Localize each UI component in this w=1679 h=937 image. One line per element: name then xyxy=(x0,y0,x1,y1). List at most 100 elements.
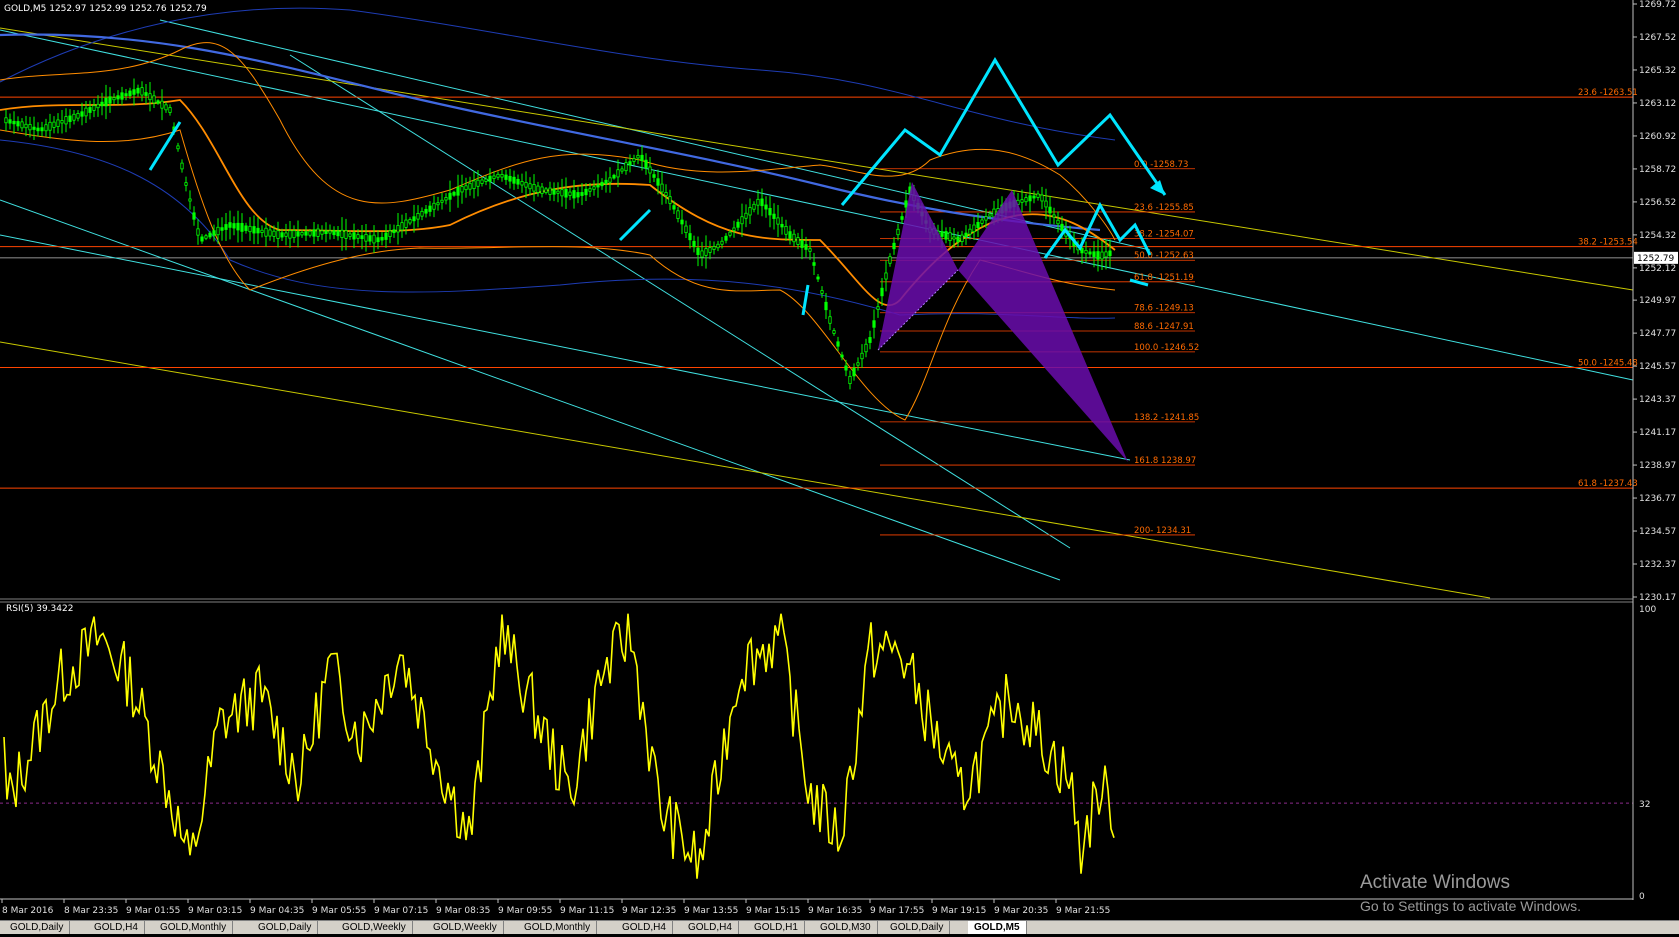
candle-body xyxy=(344,230,348,239)
time-tick-label: 9 Mar 03:15 xyxy=(188,906,242,916)
candle-body xyxy=(228,222,232,228)
candle-body xyxy=(544,188,548,194)
chart-tab[interactable]: GOLD,M30 xyxy=(814,921,878,934)
candle-body xyxy=(1104,251,1108,258)
candle-body xyxy=(1048,206,1052,214)
candle-body xyxy=(564,188,568,198)
candle-body xyxy=(360,235,364,239)
candles-group xyxy=(4,78,1112,390)
candle-body xyxy=(40,127,44,132)
rsi-axis-label: 32 xyxy=(1639,800,1650,810)
current-price-label: 1252.79 xyxy=(1637,254,1674,264)
chart-tab[interactable]: GOLD,H1 xyxy=(748,921,805,934)
candle-body xyxy=(260,229,264,233)
time-tick-label: 9 Mar 21:55 xyxy=(1056,906,1110,916)
candle-body xyxy=(352,232,356,240)
chart-tab[interactable]: GOLD,Monthly xyxy=(154,921,234,934)
candle-body xyxy=(972,224,976,233)
candle-body xyxy=(752,203,756,210)
candle-body xyxy=(756,198,760,206)
candle-body xyxy=(676,210,680,219)
candle-body xyxy=(252,226,256,234)
chart-tab[interactable]: GOLD,H4 xyxy=(88,921,145,934)
candle-body xyxy=(788,231,792,239)
candle-body xyxy=(860,352,864,360)
candle-body xyxy=(192,212,196,220)
candle-body xyxy=(592,186,596,190)
candle-body xyxy=(144,92,148,96)
price-tick-label: 1247.77 xyxy=(1639,329,1676,339)
candle-body xyxy=(300,232,304,236)
chart-tab[interactable]: GOLD,Weekly xyxy=(427,921,504,934)
candle-body xyxy=(268,229,272,237)
candle-body xyxy=(236,222,240,231)
candle-body xyxy=(412,216,416,222)
candle-body xyxy=(504,174,508,180)
candle-body xyxy=(24,123,28,129)
candle-body xyxy=(652,174,656,178)
chart-tab[interactable]: GOLD,Monthly xyxy=(518,921,598,934)
price-tick-label: 1236.77 xyxy=(1639,494,1676,504)
candle-body xyxy=(400,222,404,231)
candle-body xyxy=(16,121,20,127)
candle-body xyxy=(620,168,624,172)
candle-body xyxy=(516,178,520,185)
candle-body xyxy=(116,95,120,100)
price-tick-label: 1243.37 xyxy=(1639,395,1676,405)
candle-body xyxy=(792,233,796,243)
candle-body xyxy=(576,192,580,198)
candle-body xyxy=(540,186,544,194)
candle-body xyxy=(812,262,816,266)
fib-ext-label: 61.8 -1251.19 xyxy=(1134,273,1194,283)
candle-body xyxy=(148,93,152,101)
candle-body xyxy=(308,230,312,236)
candle-body xyxy=(572,190,576,199)
candle-body xyxy=(524,181,528,188)
candle-body xyxy=(168,107,172,113)
chart-tab[interactable]: GOLD,H4 xyxy=(616,921,673,934)
signal-arrow xyxy=(148,121,182,171)
fib-ext-label: 100.0 -1246.52 xyxy=(1134,343,1199,353)
candle-body xyxy=(488,175,492,182)
candle-body xyxy=(604,179,608,185)
trendline-cyan xyxy=(289,54,1071,549)
candle-body xyxy=(36,127,40,132)
price-tick-label: 1267.52 xyxy=(1639,33,1676,43)
price-tick-label: 1232.37 xyxy=(1639,560,1676,570)
candle-body xyxy=(92,105,96,111)
projection-arrowhead xyxy=(1150,180,1165,195)
candle-body xyxy=(1088,251,1092,255)
candle-body xyxy=(684,225,688,234)
candle-body xyxy=(328,230,332,234)
fib-ext-label: 78.6 -1249.13 xyxy=(1134,304,1194,314)
chart-tab[interactable]: GOLD,Daily xyxy=(884,921,951,934)
candle-body xyxy=(1056,219,1060,225)
chart-tab[interactable]: GOLD,Daily xyxy=(252,921,319,934)
candle-body xyxy=(820,290,824,294)
candle-body xyxy=(264,227,268,237)
candle-body xyxy=(628,161,632,166)
chart-tab[interactable]: GOLD,H4 xyxy=(682,921,739,934)
trading-chart[interactable]: GOLD,M5 1252.97 1252.99 1252.76 1252.79 2… xyxy=(0,0,1679,934)
candle-body xyxy=(468,182,472,190)
candle-body xyxy=(1024,197,1028,203)
fib-ext-label: 138.2 -1241.85 xyxy=(1134,413,1199,423)
chart-tab[interactable]: GOLD,Weekly xyxy=(336,921,413,934)
chart-tab[interactable]: GOLD,Daily xyxy=(4,921,71,934)
candle-body xyxy=(724,235,728,241)
price-tick-label: 1241.17 xyxy=(1639,428,1676,438)
candle-body xyxy=(744,212,748,219)
candle-body xyxy=(960,234,964,243)
chart-canvas[interactable]: GOLD,M5 1252.97 1252.99 1252.76 1252.79 2… xyxy=(0,0,1679,933)
candle-body xyxy=(680,219,684,225)
candle-body xyxy=(128,90,132,97)
candle-body xyxy=(1052,214,1056,218)
chart-tab[interactable]: GOLD,M5 xyxy=(968,921,1027,934)
candle-body xyxy=(56,119,60,127)
time-tick-label: 9 Mar 12:35 xyxy=(622,906,676,916)
candle-body xyxy=(444,197,448,201)
candle-body xyxy=(296,231,300,237)
candle-body xyxy=(136,87,140,94)
candle-body xyxy=(716,243,720,249)
candle-body xyxy=(796,237,800,245)
